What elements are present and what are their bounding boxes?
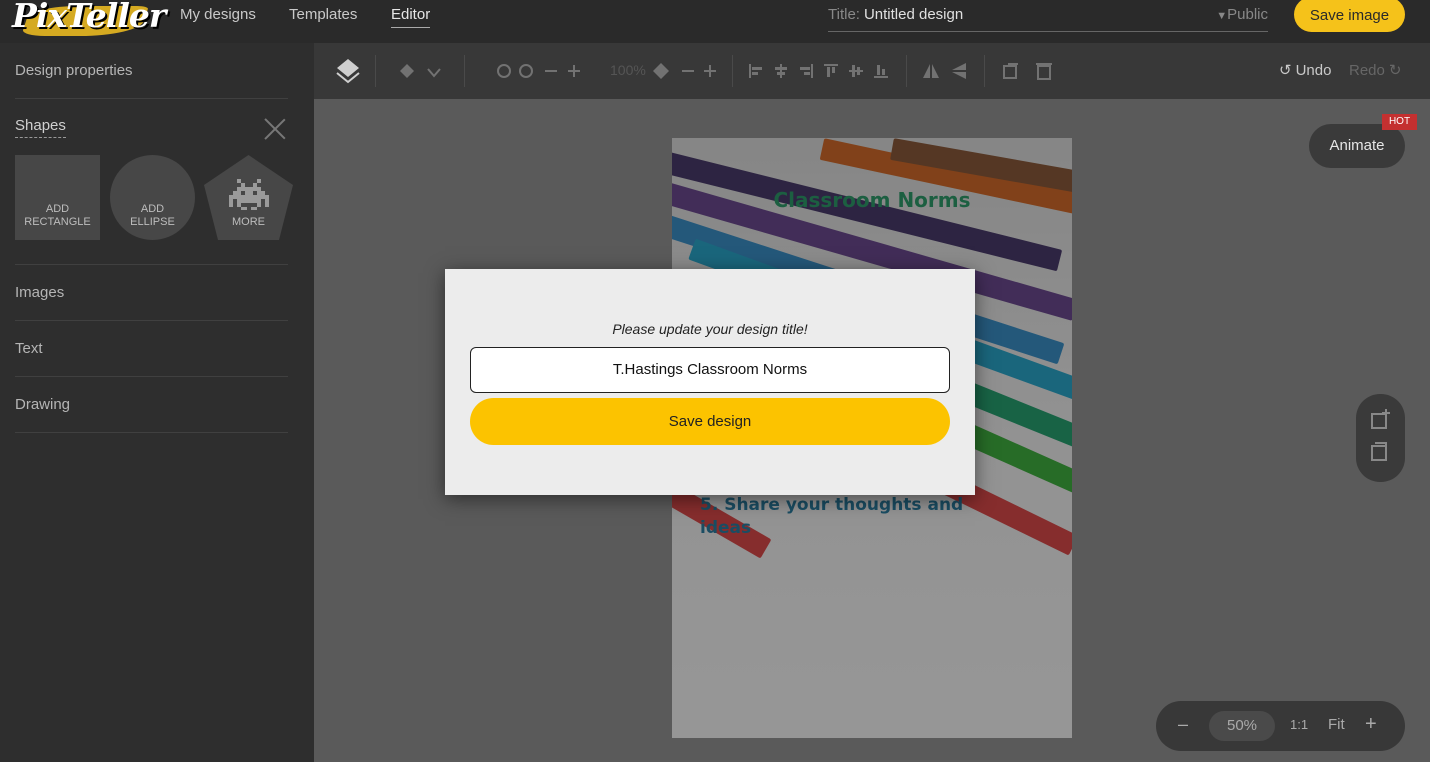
- update-title-dialog: Please update your design title! T.Hasti…: [445, 269, 975, 495]
- save-design-button[interactable]: Save design: [470, 398, 950, 445]
- modal-overlay: Please update your design title! T.Hasti…: [0, 0, 1430, 762]
- dialog-prompt: Please update your design title!: [612, 321, 808, 337]
- design-title-input[interactable]: T.Hastings Classroom Norms: [470, 347, 950, 393]
